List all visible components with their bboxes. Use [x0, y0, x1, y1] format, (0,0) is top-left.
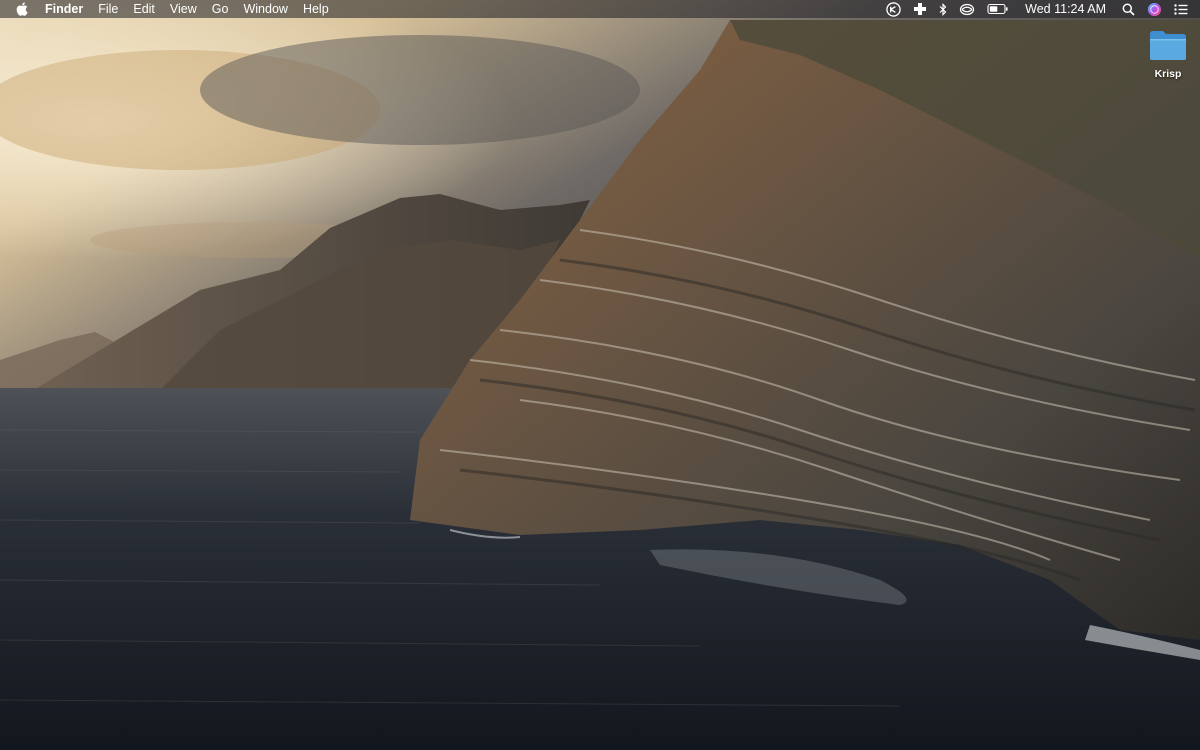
menu-window[interactable]: Window [243, 0, 287, 18]
medical-cross-icon[interactable] [913, 0, 927, 18]
krisp-icon[interactable] [886, 0, 901, 18]
desktop-icon-label: Krisp [1154, 68, 1182, 80]
bluetooth-icon[interactable] [939, 0, 947, 18]
menu-help[interactable]: Help [303, 0, 329, 18]
menu-edit[interactable]: Edit [133, 0, 155, 18]
menu-go[interactable]: Go [212, 0, 229, 18]
folder-icon [1150, 31, 1186, 60]
battery-icon[interactable] [987, 0, 1009, 18]
apple-logo-icon[interactable] [15, 1, 29, 17]
desktop-icon-krisp[interactable]: Krisp [1142, 28, 1194, 80]
siri-icon[interactable] [1147, 0, 1162, 18]
notification-center-icon[interactable] [1174, 0, 1188, 18]
menu-app-name[interactable]: Finder [45, 0, 83, 18]
spotlight-search-icon[interactable] [1122, 0, 1135, 18]
desktop[interactable]: Finder File Edit View Go Window Help Wed… [0, 0, 1200, 750]
menu-view[interactable]: View [170, 0, 197, 18]
wifi-icon[interactable] [959, 0, 975, 18]
menu-file[interactable]: File [98, 0, 118, 18]
menu-bar-right: Wed 11:24 AM [874, 0, 1200, 18]
wallpaper-image [0, 0, 1200, 750]
menu-clock[interactable]: Wed 11:24 AM [1025, 0, 1106, 18]
menu-bar-left: Finder File Edit View Go Window Help [0, 0, 344, 18]
menu-bar: Finder File Edit View Go Window Help Wed… [0, 0, 1200, 18]
